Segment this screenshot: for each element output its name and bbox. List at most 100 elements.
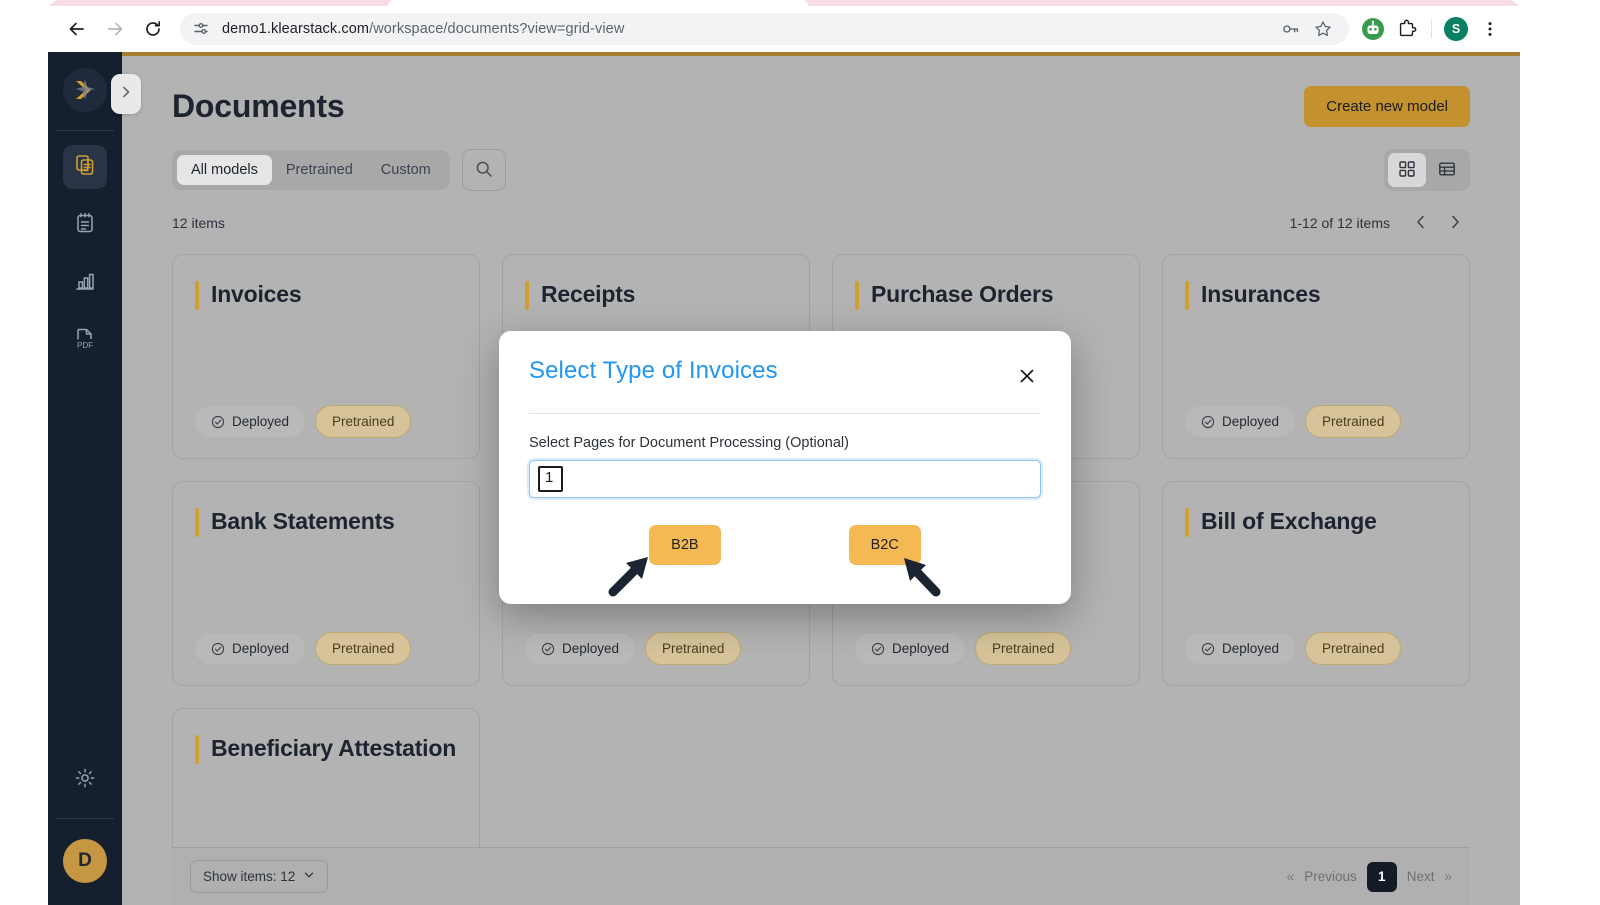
sidebar-item-pdf[interactable]: PDF xyxy=(63,319,107,363)
select-invoice-type-dialog: Select Type of Invoices Select Pages for… xyxy=(499,331,1071,604)
profile-initial[interactable]: S xyxy=(1444,17,1468,41)
pages-field-label: Select Pages for Document Processing (Op… xyxy=(529,435,849,451)
grid-view-button[interactable] xyxy=(1388,153,1426,187)
previous-page-button[interactable]: Previous xyxy=(1304,869,1357,884)
site-settings-icon[interactable] xyxy=(192,20,210,38)
check-circle-icon xyxy=(871,642,885,655)
pages-input-value: 1 xyxy=(538,466,564,492)
next-page-button[interactable]: Next xyxy=(1407,869,1435,884)
close-button[interactable] xyxy=(1013,363,1041,391)
dialog-title: Select Type of Invoices xyxy=(529,357,778,384)
check-circle-icon xyxy=(1201,642,1215,655)
show-items-select[interactable]: Show items: 12 xyxy=(190,860,329,893)
last-page-button[interactable]: » xyxy=(1444,869,1452,884)
first-page-button[interactable]: « xyxy=(1287,869,1295,884)
sidebar-divider xyxy=(56,818,114,819)
tab-custom[interactable]: Custom xyxy=(367,155,445,185)
card-accent-bar xyxy=(1185,281,1189,310)
sidebar-item-tasks[interactable] xyxy=(63,203,107,247)
sidebar-item-settings[interactable] xyxy=(63,758,107,802)
sidebar-divider xyxy=(56,130,114,131)
card-title-wrap: Insurances xyxy=(1185,281,1447,310)
tab-pretrained[interactable]: Pretrained xyxy=(272,155,367,185)
status-badge-deployed: Deployed xyxy=(195,406,306,437)
table-view-button[interactable] xyxy=(1428,153,1466,187)
badge-label: Deployed xyxy=(1222,414,1280,429)
table-view-icon xyxy=(1438,160,1456,181)
item-count: 12 items xyxy=(172,215,225,231)
key-icon[interactable] xyxy=(1277,15,1305,43)
document-card[interactable]: Invoices Deployed Pretrained xyxy=(172,254,480,459)
check-circle-icon xyxy=(1201,415,1215,428)
pdf-icon: PDF xyxy=(72,326,98,357)
document-card[interactable]: Bank Statements Deployed Pretrained xyxy=(172,481,480,686)
show-items-label: Show items: 12 xyxy=(203,869,296,884)
b2b-button[interactable]: B2B xyxy=(649,525,721,565)
sidebar-expand-button[interactable] xyxy=(111,74,141,114)
chevron-right-icon xyxy=(1447,214,1463,233)
card-title: Purchase Orders xyxy=(871,281,1054,307)
view-mode-toggle xyxy=(1384,149,1470,191)
card-title-wrap: Invoices xyxy=(195,281,457,310)
chevron-left-icon xyxy=(1413,214,1429,233)
card-badges: Deployed Pretrained xyxy=(855,632,1117,665)
status-badge-deployed: Deployed xyxy=(1185,406,1296,437)
check-circle-icon xyxy=(541,642,555,655)
robot-extension-icon[interactable] xyxy=(1357,13,1389,45)
card-badges: Deployed Pretrained xyxy=(195,405,457,438)
filter-row: All models Pretrained Custom xyxy=(172,149,1470,191)
klearstack-logo[interactable] xyxy=(63,68,107,112)
card-accent-bar xyxy=(525,281,529,310)
b2c-button[interactable]: B2C xyxy=(848,525,921,565)
address-bar[interactable]: demo1.klearstack.com/workspace/documents… xyxy=(180,13,1349,45)
status-badge-pretrained: Pretrained xyxy=(1305,632,1402,665)
card-title: Bill of Exchange xyxy=(1201,508,1377,534)
dialog-actions: B2B B2C xyxy=(529,525,1041,565)
chevron-right-icon xyxy=(119,85,133,104)
page-number-1[interactable]: 1 xyxy=(1366,861,1397,892)
check-circle-icon xyxy=(211,415,225,428)
star-icon[interactable] xyxy=(1309,15,1337,43)
reload-icon[interactable] xyxy=(138,14,168,44)
card-accent-bar xyxy=(195,508,199,537)
search-icon xyxy=(474,159,494,182)
tab-all-models[interactable]: All models xyxy=(177,155,272,185)
document-card[interactable]: Bill of Exchange Deployed Pretrained xyxy=(1162,481,1470,686)
status-badge-pretrained: Pretrained xyxy=(1305,405,1402,438)
three-dot-menu-icon[interactable] xyxy=(1474,13,1506,45)
create-new-model-button[interactable]: Create new model xyxy=(1304,86,1470,127)
card-badges: Deployed Pretrained xyxy=(525,632,787,665)
card-accent-bar xyxy=(195,735,199,764)
next-page-button[interactable] xyxy=(1440,208,1470,238)
card-title: Beneficiary Attestation xyxy=(211,735,457,761)
search-button[interactable] xyxy=(461,149,506,191)
documents-icon xyxy=(73,153,97,182)
back-arrow-icon[interactable] xyxy=(62,14,92,44)
dialog-header: Select Type of Invoices xyxy=(529,357,1041,391)
browser-toolbar-actions: S xyxy=(1357,13,1506,45)
badge-label: Deployed xyxy=(232,641,290,656)
svg-text:PDF: PDF xyxy=(77,341,93,350)
notepad-icon xyxy=(73,211,97,240)
page-title: Documents xyxy=(172,88,345,124)
card-title-wrap: Bill of Exchange xyxy=(1185,508,1447,537)
avatar[interactable]: S xyxy=(1440,13,1472,45)
card-badges: Deployed Pretrained xyxy=(1185,632,1447,665)
grid-view-icon xyxy=(1398,160,1416,181)
browser-window: demo1.klearstack.com/workspace/documents… xyxy=(48,0,1520,905)
sidebar-item-documents[interactable] xyxy=(63,145,107,189)
document-card[interactable]: Insurances Deployed Pretrained xyxy=(1162,254,1470,459)
forward-arrow-icon[interactable] xyxy=(100,14,130,44)
card-title-wrap: Receipts xyxy=(525,281,787,310)
prev-page-button[interactable] xyxy=(1406,208,1436,238)
card-title: Bank Statements xyxy=(211,508,395,534)
user-avatar[interactable]: D xyxy=(63,839,107,883)
pages-input[interactable]: 1 xyxy=(529,460,1041,498)
card-title: Insurances xyxy=(1201,281,1321,307)
badge-label: Deployed xyxy=(892,641,950,656)
card-badges: Deployed Pretrained xyxy=(195,632,457,665)
bar-chart-icon xyxy=(73,269,97,298)
sidebar-item-analytics[interactable] xyxy=(63,261,107,305)
puzzle-extension-icon[interactable] xyxy=(1391,13,1423,45)
badge-label: Deployed xyxy=(562,641,620,656)
